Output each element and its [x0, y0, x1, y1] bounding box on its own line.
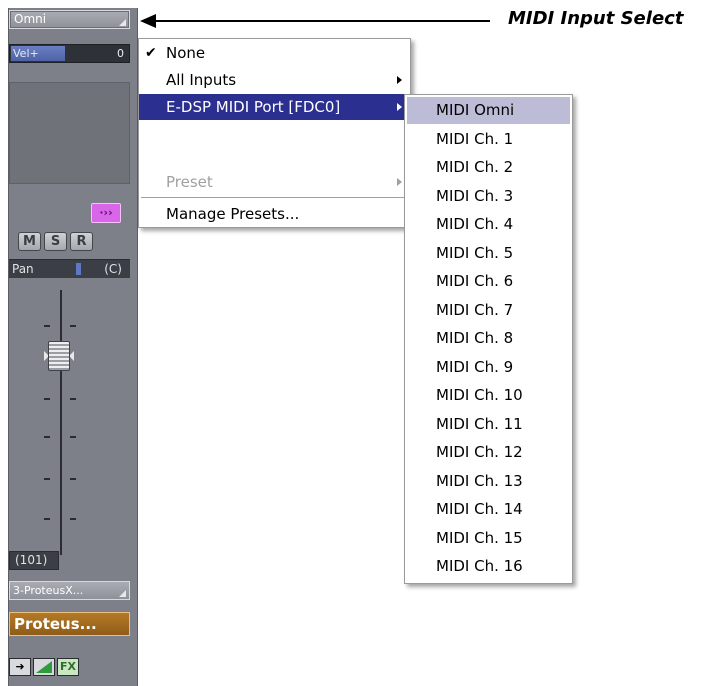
fader-scale-tick — [44, 518, 50, 520]
submenu-item[interactable]: MIDI Ch. 10 — [407, 382, 570, 409]
pan-label: Pan — [12, 262, 34, 276]
fader-scale-tick — [44, 478, 50, 480]
submenu-item[interactable]: MIDI Ch. 1 — [407, 126, 570, 153]
monitor-arrow-icon: ·›› — [99, 206, 113, 219]
menu-item-none[interactable]: ✔ None — [139, 40, 410, 66]
menu-item-edsp-midi-port[interactable]: E-DSP MIDI Port [FDC0] — [139, 94, 410, 120]
fader-scale-tick — [70, 518, 76, 520]
output-select[interactable]: 3-ProteusX... — [9, 581, 130, 600]
volume-fader-track[interactable] — [60, 290, 62, 555]
submenu-item[interactable]: MIDI Ch. 3 — [407, 183, 570, 210]
menu-item-label: Preset — [166, 173, 213, 191]
fader-scale-tick — [44, 325, 50, 327]
submenu-item[interactable]: MIDI Ch. 14 — [407, 496, 570, 523]
fader-scale-tick — [44, 398, 50, 400]
fx-button[interactable]: FX — [57, 658, 79, 676]
pan-indicator[interactable] — [76, 263, 81, 275]
midi-input-select[interactable]: Omni — [9, 10, 130, 29]
submenu-item[interactable]: MIDI Ch. 7 — [407, 297, 570, 324]
solo-button[interactable]: S — [44, 232, 67, 251]
submenu-item[interactable]: MIDI Ch. 16 — [407, 553, 570, 580]
callout-label: MIDI Input Select — [508, 8, 684, 29]
automation-button[interactable] — [33, 658, 55, 676]
output-select-value: 3-ProteusX... — [13, 584, 84, 597]
submenu-arrow-icon — [397, 103, 402, 111]
velocity-offset-control[interactable]: Vel+ 0 — [9, 44, 130, 63]
menu-item-label: None — [166, 44, 206, 62]
menu-item-label: Manage Presets... — [166, 205, 300, 223]
dropdown-corner-icon — [119, 590, 126, 597]
mute-button[interactable]: M — [18, 232, 41, 251]
submenu-item[interactable]: MIDI Ch. 5 — [407, 240, 570, 267]
menu-item-all-inputs[interactable]: All Inputs — [139, 67, 410, 93]
submenu-item[interactable]: MIDI Omni — [407, 97, 570, 124]
submenu-item[interactable]: MIDI Ch. 15 — [407, 525, 570, 552]
volume-value: (101) — [9, 551, 59, 570]
ramp-icon — [36, 661, 52, 673]
submenu-arrow-icon — [397, 76, 402, 84]
fx-icon: FX — [60, 660, 76, 673]
pan-value: (C) — [104, 262, 122, 276]
fader-scale-tick — [70, 398, 76, 400]
submenu-item[interactable]: MIDI Ch. 13 — [407, 468, 570, 495]
midi-channel-submenu: MIDI Omni MIDI Ch. 1 MIDI Ch. 2 MIDI Ch. 3M… — [404, 94, 573, 584]
submenu-arrow-icon — [397, 178, 402, 186]
submenu-item[interactable]: MIDI Ch. 12 — [407, 439, 570, 466]
submenu-item[interactable]: MIDI Ch. 2 — [407, 154, 570, 181]
fader-scale-tick — [70, 436, 76, 438]
velocity-label: Vel+ — [13, 47, 39, 60]
submenu-item[interactable]: MIDI Ch. 9 — [407, 354, 570, 381]
menu-item-label: E-DSP MIDI Port [FDC0] — [166, 98, 341, 116]
midi-input-select-value: Omni — [14, 12, 47, 26]
menu-item-preset: Preset — [139, 169, 410, 195]
submenu-item[interactable]: MIDI Ch. 11 — [407, 411, 570, 438]
submenu-item[interactable]: MIDI Ch. 4 — [407, 211, 570, 238]
check-icon: ✔ — [145, 45, 157, 61]
menu-item-manage-presets[interactable]: Manage Presets... — [139, 201, 410, 227]
volume-fader-knob[interactable] — [48, 341, 70, 371]
fader-scale-tick — [70, 478, 76, 480]
insert-arrow-button[interactable]: ➜ — [9, 658, 31, 676]
menu-item-label: All Inputs — [166, 71, 237, 89]
fader-scale-tick — [44, 436, 50, 438]
right-arrow-icon: ➜ — [15, 660, 25, 673]
channel-name[interactable]: Proteus... — [9, 612, 130, 636]
monitor-button[interactable]: ·›› — [91, 203, 121, 223]
level-meter — [9, 82, 130, 184]
fader-scale-tick — [70, 325, 76, 327]
pan-control[interactable]: Pan (C) — [9, 259, 130, 278]
menu-separator — [141, 197, 408, 199]
record-button[interactable]: R — [70, 232, 93, 251]
callout-line — [154, 20, 490, 22]
midi-input-menu: ✔ None All Inputs E-DSP MIDI Port [FDC0]… — [138, 38, 411, 228]
dropdown-corner-icon — [119, 19, 126, 26]
velocity-value: 0 — [117, 47, 124, 60]
submenu-item[interactable]: MIDI Ch. 6 — [407, 268, 570, 295]
submenu-item[interactable]: MIDI Ch. 8 — [407, 325, 570, 352]
